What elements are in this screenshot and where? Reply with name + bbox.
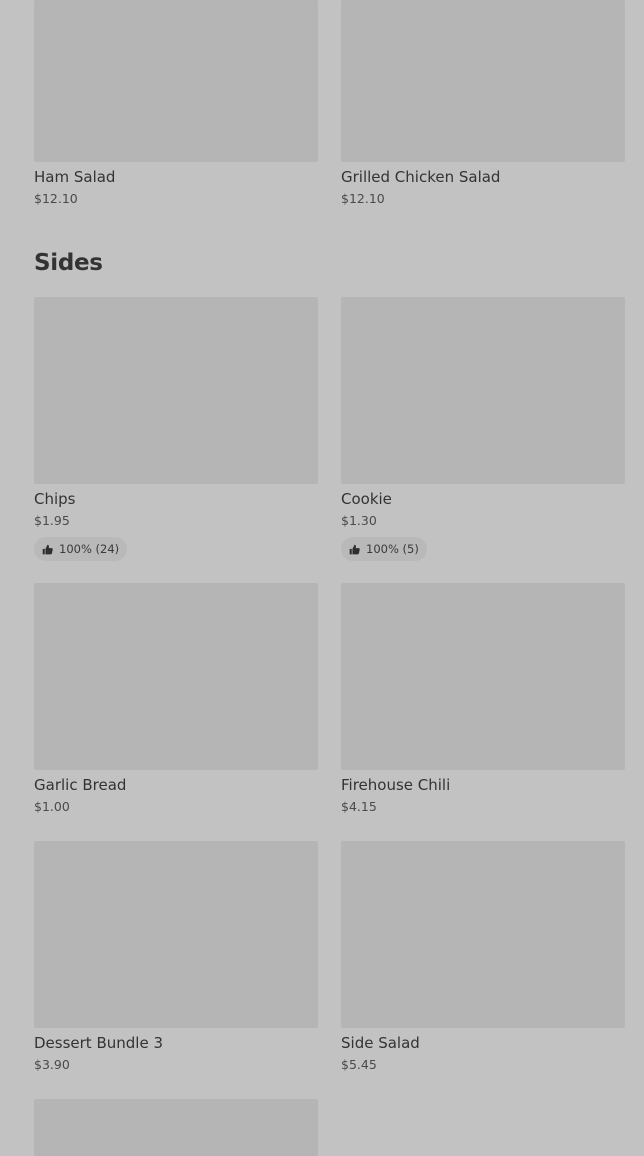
item-image — [34, 0, 318, 162]
menu-item-card[interactable] — [34, 1099, 318, 1156]
thumbs-up-icon — [349, 544, 360, 555]
item-image — [341, 841, 625, 1028]
rating-text: 100% (5) — [366, 542, 419, 556]
rating-badge: 100% (24) — [34, 537, 128, 561]
item-price: $1.00 — [34, 799, 70, 814]
item-image — [34, 1099, 318, 1156]
item-name: Garlic Bread — [34, 776, 127, 794]
menu-item-card[interactable]: Side Salad $5.45 — [341, 841, 625, 1073]
item-price: $1.95 — [34, 513, 70, 528]
menu-item-card[interactable]: Firehouse Chili $4.15 — [341, 583, 625, 815]
item-price: $12.10 — [341, 191, 385, 206]
menu-item-card[interactable]: Garlic Bread $1.00 — [34, 583, 318, 815]
item-price: $4.15 — [341, 799, 377, 814]
item-name: Ham Salad — [34, 168, 116, 186]
rating-badge: 100% (5) — [341, 537, 427, 561]
item-name: Firehouse Chili — [341, 776, 451, 794]
item-name: Chips — [34, 490, 76, 508]
menu-item-card[interactable]: Cookie $1.30 100% (5) — [341, 297, 625, 561]
menu-item-card[interactable]: Grilled Chicken Salad $12.10 — [341, 0, 625, 207]
item-name: Grilled Chicken Salad — [341, 168, 501, 186]
item-name: Side Salad — [341, 1034, 420, 1052]
section-title-sides: Sides — [34, 250, 103, 276]
thumbs-up-icon — [42, 544, 53, 555]
menu-item-card[interactable]: Chips $1.95 100% (24) — [34, 297, 318, 561]
menu-item-card[interactable]: Dessert Bundle 3 $3.90 — [34, 841, 318, 1073]
item-image — [34, 583, 318, 770]
item-price: $3.90 — [34, 1057, 70, 1072]
item-image — [341, 297, 625, 484]
menu-item-card[interactable]: Ham Salad $12.10 — [34, 0, 318, 207]
item-price: $1.30 — [341, 513, 377, 528]
item-image — [34, 841, 318, 1028]
item-image — [341, 0, 625, 162]
item-image — [34, 297, 318, 484]
item-name: Cookie — [341, 490, 392, 508]
item-image — [341, 583, 625, 770]
rating-text: 100% (24) — [59, 542, 120, 556]
menu-page: Ham Salad $12.10 Grilled Chicken Salad $… — [0, 0, 644, 1156]
item-name: Dessert Bundle 3 — [34, 1034, 163, 1052]
item-price: $12.10 — [34, 191, 78, 206]
item-price: $5.45 — [341, 1057, 377, 1072]
